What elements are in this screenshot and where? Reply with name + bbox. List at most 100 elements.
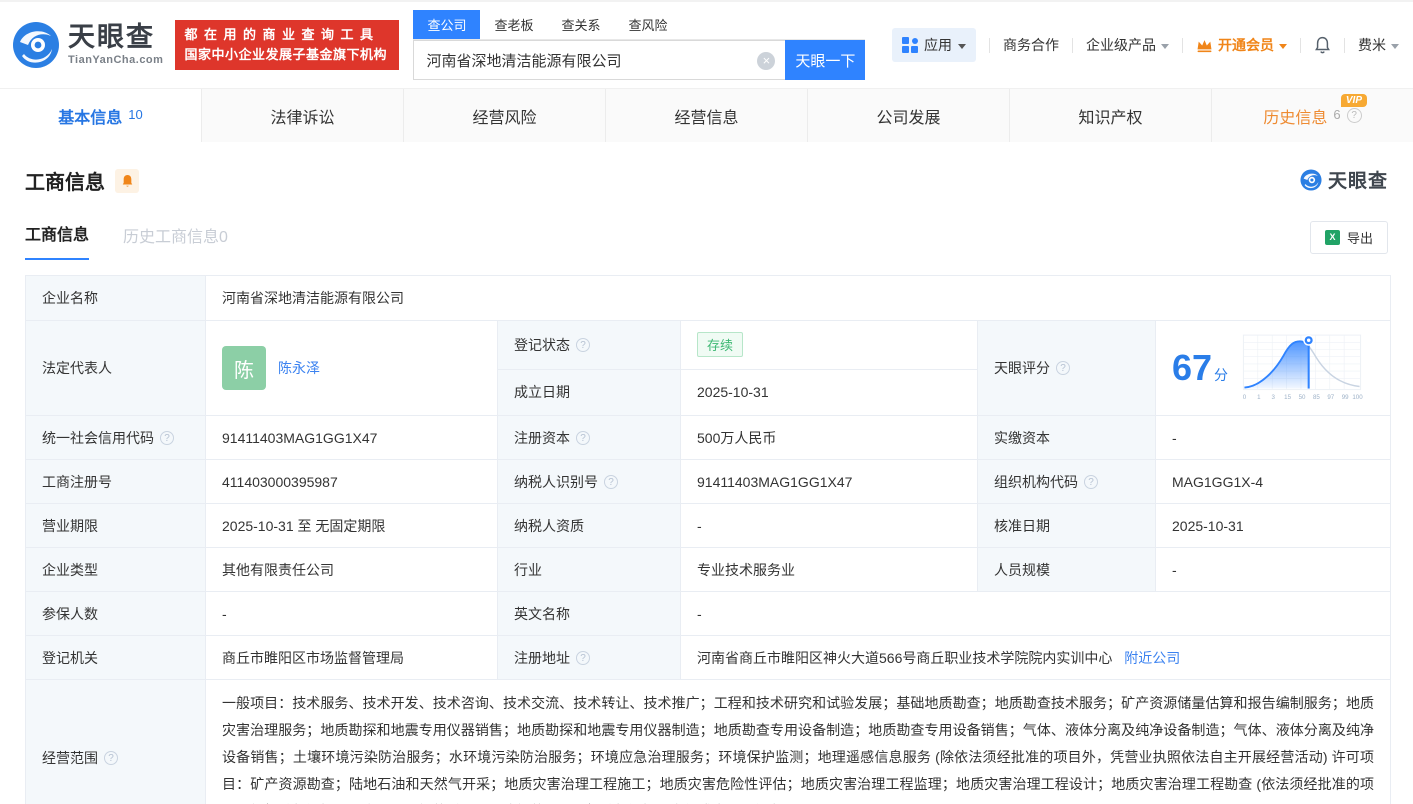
tab-basic-info[interactable]: 基本信息 10 [0, 89, 202, 142]
nav-enterprise-products[interactable]: 企业级产品 [1086, 35, 1169, 55]
excel-icon: X [1324, 230, 1340, 245]
reg-number-value: 411403000395987 [205, 459, 498, 504]
svg-text:0: 0 [1243, 394, 1247, 401]
help-icon[interactable]: ? [1056, 361, 1070, 375]
field-label: 企业类型 [25, 547, 206, 592]
tab-count-badge: 10 [128, 107, 143, 122]
help-icon[interactable]: ? [1084, 474, 1098, 489]
staff-size-value: - [1155, 547, 1391, 592]
chevron-down-icon [1279, 43, 1287, 49]
tab-history-info[interactable]: VIP 历史信息 6 ? [1212, 89, 1413, 142]
table-row: 企业名称 河南省深地清洁能源有限公司 [25, 275, 1391, 321]
user-menu[interactable]: 费米 [1358, 35, 1399, 55]
section-title: 工商信息 [25, 172, 105, 194]
reg-address-value: 河南省商丘市睢阳区神火大道566号商丘职业技术学院院内实训中心 [697, 649, 1113, 666]
field-label: 工商注册号 [25, 459, 206, 504]
legal-rep-avatar[interactable]: 陈 [222, 346, 266, 390]
help-icon[interactable]: ? [576, 337, 590, 352]
search-tab-boss[interactable]: 查老板 [480, 10, 547, 39]
field-label: 纳税人资质 [497, 503, 681, 548]
subtab-business-info[interactable]: 工商信息 [25, 221, 90, 260]
username: 费米 [1358, 37, 1386, 53]
svg-text:100: 100 [1352, 394, 1363, 401]
score-chart-x-axis: 0 1 3 15 50 85 97 99 100 [1243, 394, 1363, 401]
field-label: 营业期限 [25, 503, 206, 548]
top-nav: 应用 商务合作 企业级产品 开通会员 费米 [892, 28, 1399, 62]
help-icon[interactable]: ? [576, 430, 590, 445]
tab-operation-info[interactable]: 经营信息 [606, 89, 808, 142]
search-tab-risk[interactable]: 查风险 [614, 10, 681, 39]
field-label: 实缴资本 [977, 415, 1156, 460]
site-header: 天眼查 TianYanCha.com 都在用的商业查询工具 国家中小企业发展子基… [0, 0, 1413, 88]
table-row: 企业类型 其他有限责任公司 行业 专业技术服务业 人员规模 - [25, 547, 1391, 592]
taxpayer-id-value: 91411403MAG1GG1X47 [680, 459, 978, 504]
field-label: 经营范围? [25, 679, 206, 804]
svg-text:97: 97 [1327, 394, 1334, 401]
search-tab-relation[interactable]: 查关系 [547, 10, 614, 39]
field-label: 企业名称 [25, 275, 206, 321]
brand-slogan: 都在用的商业查询工具 国家中小企业发展子基金旗下机构 [175, 19, 400, 71]
company-type-value: 其他有限责任公司 [205, 547, 498, 592]
tab-company-development[interactable]: 公司发展 [808, 89, 1010, 142]
field-label: 统一社会信用代码? [25, 415, 206, 460]
help-icon[interactable]: ? [576, 650, 590, 665]
table-row: 统一社会信用代码? 91411403MAG1GG1X47 注册资本? 500万人… [25, 415, 1391, 460]
reg-capital-value: 500万人民币 [680, 415, 978, 460]
help-icon[interactable]: ? [104, 750, 118, 765]
table-row: 营业期限 2025-10-31 至 无固定期限 纳税人资质 - 核准日期 202… [25, 503, 1391, 548]
establish-date-value: 2025-10-31 [680, 368, 978, 417]
field-label: 人员规模 [977, 547, 1156, 592]
table-row: 工商注册号 411403000395987 纳税人识别号? 91411403MA… [25, 459, 1391, 504]
search-tab-company[interactable]: 查公司 [413, 10, 481, 39]
help-icon[interactable]: ? [1346, 108, 1362, 123]
export-button[interactable]: X 导出 [1309, 221, 1388, 254]
business-term-value: 2025-10-31 至 无固定期限 [205, 503, 498, 548]
crown-icon [1197, 39, 1212, 52]
brand-domain: TianYanCha.com [68, 54, 164, 66]
search-area: 查公司 查老板 查关系 查风险 × 天眼一下 [413, 10, 866, 80]
english-name-value: - [680, 591, 1391, 636]
svg-text:50: 50 [1299, 394, 1306, 401]
notification-bell[interactable] [1314, 36, 1331, 54]
tab-operation-risk[interactable]: 经营风险 [404, 89, 606, 142]
svg-text:85: 85 [1313, 394, 1320, 401]
field-label: 组织机构代码? [977, 459, 1156, 504]
search-input[interactable] [414, 41, 786, 79]
table-row: 参保人数 - 英文名称 - [25, 591, 1391, 636]
company-name-value: 河南省深地清洁能源有限公司 [205, 275, 1391, 321]
bell-icon [1315, 36, 1330, 54]
vip-badge: VIP [1340, 94, 1367, 107]
tab-legal-proceedings[interactable]: 法律诉讼 [202, 89, 404, 142]
monitor-bell-button[interactable] [115, 168, 139, 193]
tianyancha-logo[interactable]: 天眼查 TianYanCha.com [12, 21, 163, 69]
apps-grid-icon [902, 37, 918, 53]
bell-icon [122, 174, 132, 187]
tyc-score-value: 67 分 [1172, 347, 1229, 388]
field-label: 法定代表人 [25, 320, 206, 416]
industry-value: 专业技术服务业 [680, 547, 978, 592]
table-row: 登记机关 商丘市睢阳区市场监督管理局 注册地址? 河南省商丘市睢阳区神火大道56… [25, 635, 1391, 680]
main-content: 工商信息 天眼查 工商信息 历史工商信息0 X 导出 企业名称 河南省深地清洁能… [0, 142, 1413, 804]
insured-count-value: - [205, 591, 498, 636]
tab-intellectual-property[interactable]: 知识产权 [1010, 89, 1212, 142]
status-badge: 存续 [697, 332, 744, 358]
business-scope-value: 一般项目：技术服务、技术开发、技术咨询、技术交流、技术转让、技术推广；工程和技术… [205, 679, 1391, 804]
chevron-down-icon [1161, 43, 1169, 49]
svg-text:99: 99 [1342, 394, 1349, 401]
slogan-line-2: 国家中小企业发展子基金旗下机构 [184, 47, 387, 62]
nav-open-vip[interactable]: 开通会员 [1196, 35, 1287, 55]
table-row: 法定代表人 陈 陈永泽 登记状态? 存续 天眼评分? 67 分 0 1 3 15… [25, 320, 1391, 416]
field-label: 核准日期 [977, 503, 1156, 548]
help-icon[interactable]: ? [604, 474, 618, 489]
nearby-companies-link[interactable]: 附近公司 [1124, 650, 1180, 666]
brand-name: 天眼查 [68, 22, 155, 52]
svg-text:1: 1 [1257, 394, 1261, 401]
legal-rep-link[interactable]: 陈永泽 [278, 358, 320, 378]
nav-cooperation[interactable]: 商务合作 [1003, 35, 1059, 55]
subtab-history-business-info[interactable]: 历史工商信息0 [123, 223, 228, 260]
credit-code-value: 91411403MAG1GG1X47 [205, 415, 498, 460]
apps-menu[interactable]: 应用 [892, 28, 976, 62]
help-icon[interactable]: ? [160, 430, 174, 445]
search-button[interactable]: 天眼一下 [785, 40, 866, 80]
tianyancha-logo-icon [13, 22, 59, 68]
